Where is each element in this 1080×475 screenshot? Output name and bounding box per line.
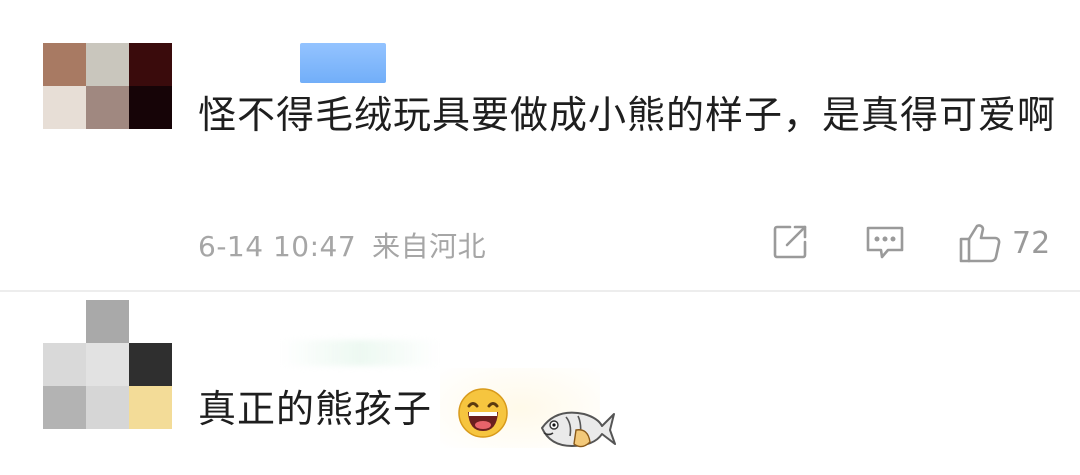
avatar-mosaic-tile [86,386,129,429]
avatar[interactable] [43,43,172,129]
comment-divider [0,290,1080,292]
username-blurred[interactable] [280,340,440,366]
username-blurred[interactable] [300,43,386,83]
avatar-mosaic-tile [43,300,86,343]
avatar-mosaic-tile [43,386,86,429]
comment-date: 6-14 10:47 [198,230,357,263]
avatar-mosaic-tile [43,86,86,129]
avatar-mosaic-tile [86,343,129,386]
avatar-mosaic-tile [129,300,172,343]
laughing-face-emoji-icon [458,388,508,438]
avatar-mosaic-tile [86,86,129,129]
thumbs-up-icon [959,224,1001,263]
share-button[interactable] [770,222,810,262]
comment-text: 真正的熊孩子 [198,387,433,431]
avatar-mosaic-tile [129,343,172,386]
avatar-mosaic-tile [129,386,172,429]
fish-sticker-icon [541,411,616,448]
avatar-mosaic-tile [129,43,172,86]
comment-button[interactable] [864,222,906,262]
avatar-mosaic-tile [43,343,86,386]
avatar-mosaic-tile [43,43,86,86]
like-button[interactable]: 72 [958,222,1050,264]
comment-location: 来自河北 [372,230,487,263]
avatar-mosaic-tile [86,43,129,86]
comment-meta: 6-14 10:47 来自河北 [198,225,502,265]
like-count: 72 [1012,225,1051,261]
avatar-mosaic-tile [86,300,129,343]
comment-text: 怪不得毛绒玩具要做成小熊的样子，是真得可爱啊 [198,93,1057,137]
comment-icon [866,226,904,259]
avatar-mosaic-tile [129,86,172,129]
avatar[interactable] [43,300,172,429]
share-icon [773,225,807,259]
